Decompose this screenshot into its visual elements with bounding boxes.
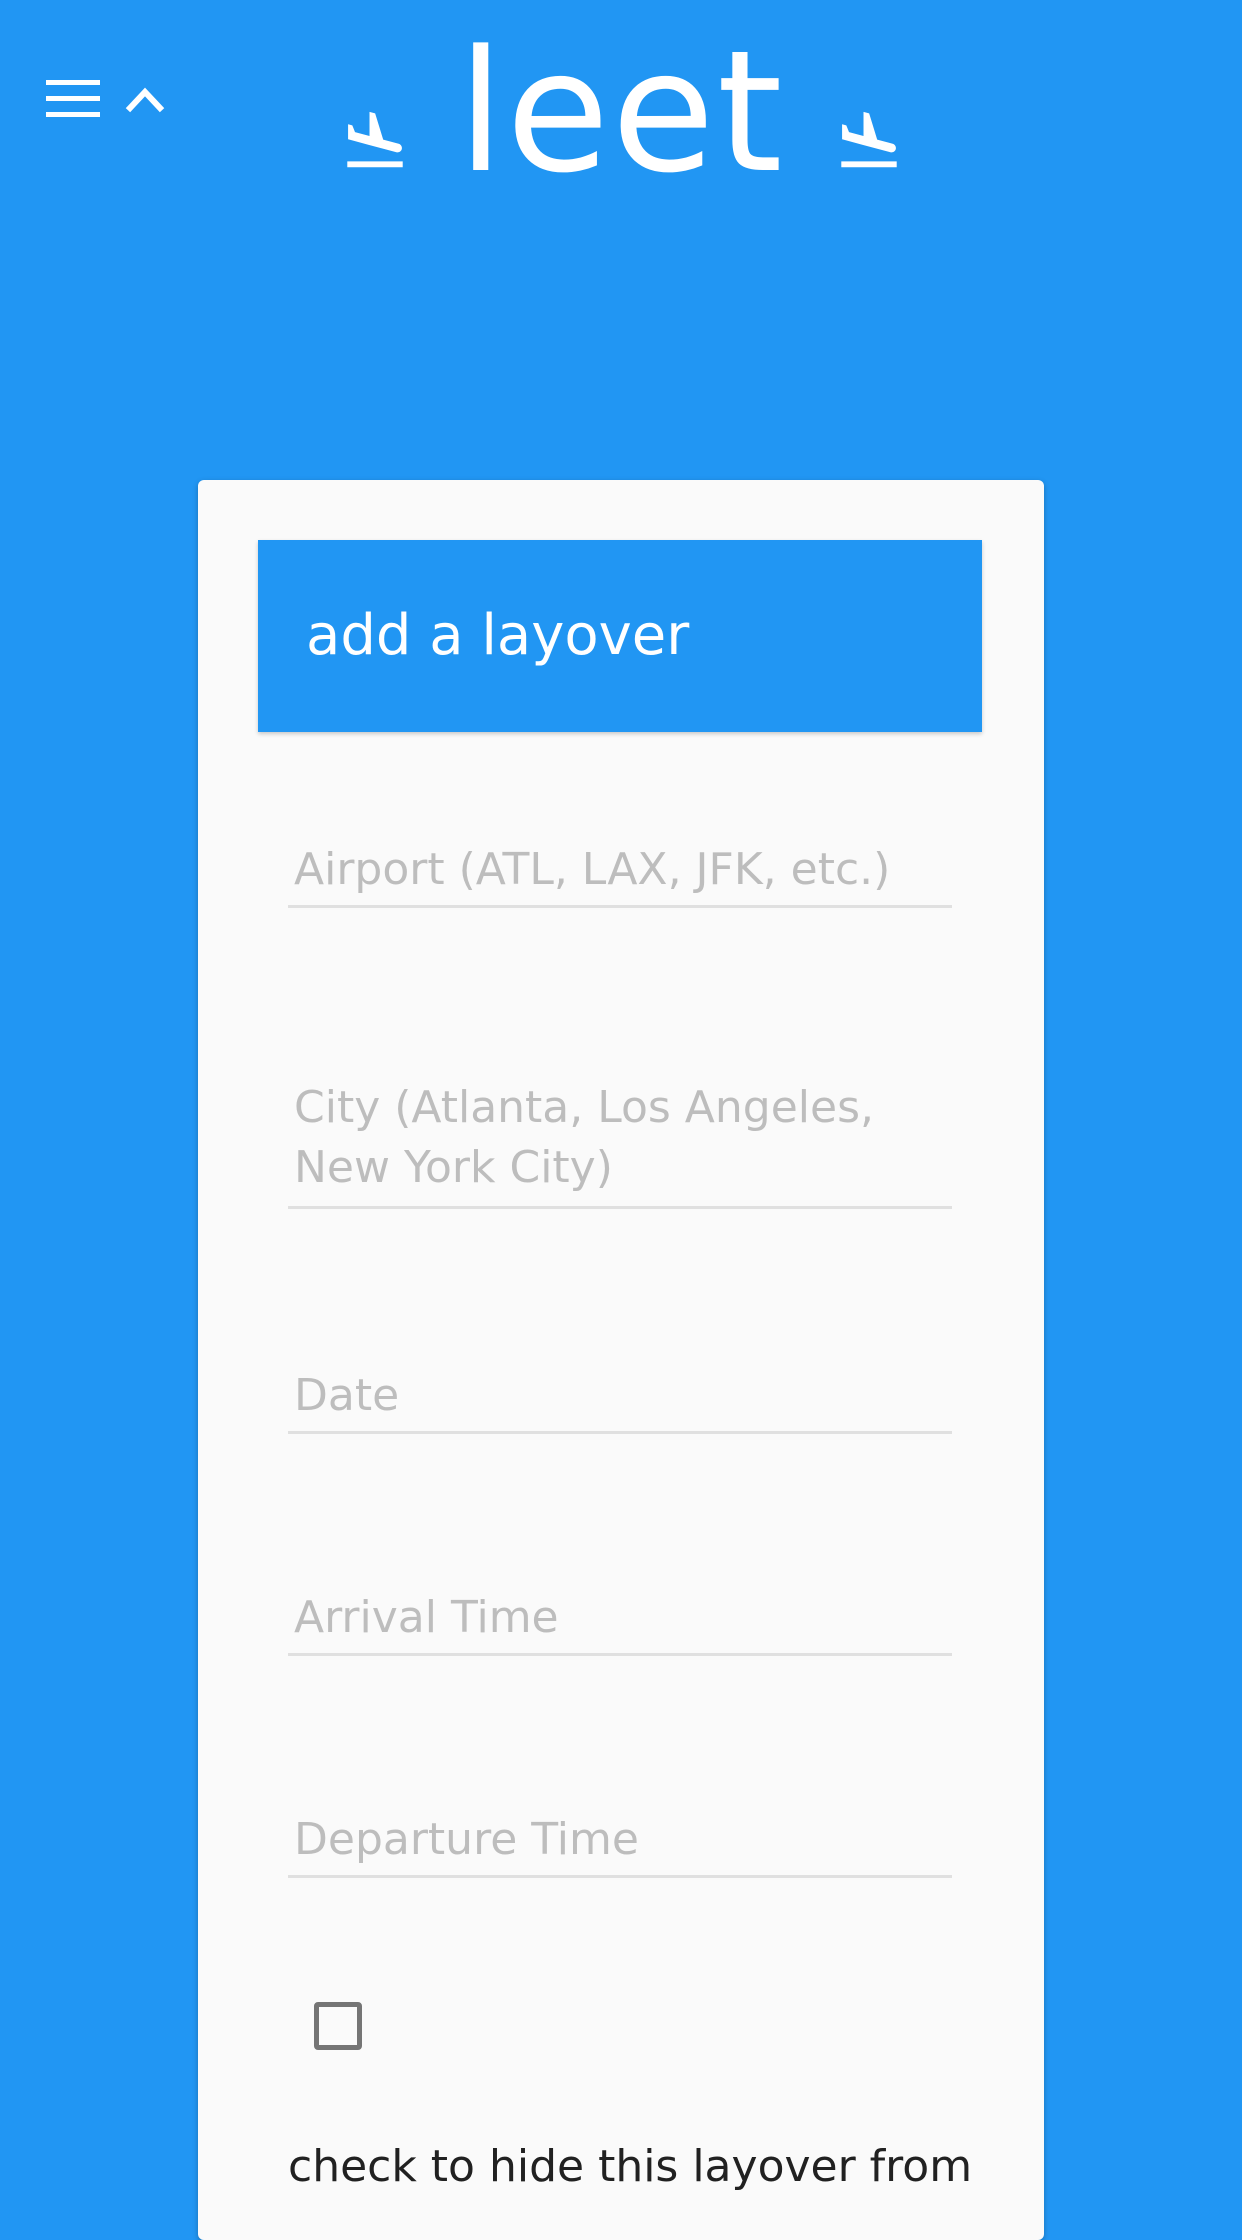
departure-time-field [288,1814,952,1878]
hide-layover-checkbox[interactable] [314,2002,362,2050]
departure-time-input[interactable] [288,1814,952,1875]
airport-field [288,844,952,908]
arrival-time-field [288,1592,952,1656]
card-header: add a layover [258,540,982,732]
brand: leet [0,0,1242,240]
card-title: add a layover [306,603,690,668]
airport-input[interactable] [288,844,952,905]
arrival-time-input[interactable] [288,1592,952,1653]
layover-form-card: add a layover check to hide this layover… [198,480,1044,2240]
date-input[interactable] [288,1370,952,1431]
city-input[interactable] [288,1078,952,1206]
hide-layover-label: check to hide this layover from [288,2141,973,2192]
city-field [288,1078,952,1209]
app-bar: leet [0,0,1242,240]
flight-land-icon [841,111,897,168]
date-field [288,1370,952,1434]
